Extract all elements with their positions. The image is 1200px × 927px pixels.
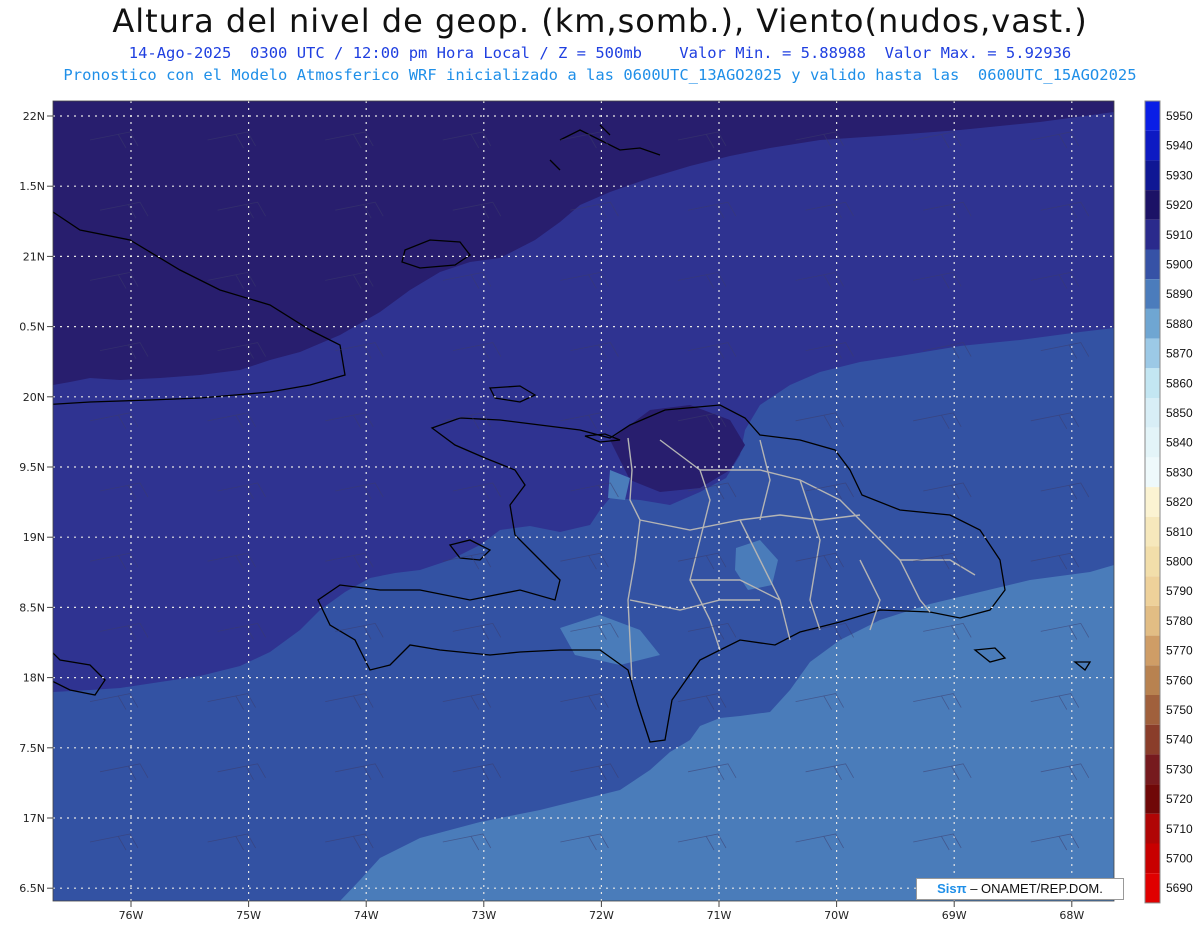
credit-box: Sisπ – ONAMET/REP.DOM. bbox=[916, 878, 1124, 900]
colorbar-label: 5690 bbox=[1166, 881, 1193, 895]
colorbar-swatch bbox=[1145, 308, 1160, 339]
lat-label: 7.5N bbox=[19, 742, 45, 755]
colorbar-label: 5730 bbox=[1166, 762, 1193, 776]
colorbar-swatch bbox=[1145, 338, 1160, 369]
lat-label: 8.5N bbox=[19, 601, 45, 614]
colorbar-swatch bbox=[1145, 190, 1160, 220]
colorbar-swatch bbox=[1145, 427, 1160, 458]
lat-label: 17N bbox=[23, 812, 45, 825]
colorbar-swatch bbox=[1145, 516, 1160, 547]
colorbar-label: 5860 bbox=[1166, 376, 1193, 390]
lon-label: 75W bbox=[236, 909, 261, 922]
colorbar-label: 5870 bbox=[1166, 347, 1193, 361]
lat-label: 0.5N bbox=[19, 321, 45, 334]
colorbar-swatch bbox=[1145, 576, 1160, 606]
colorbar-label: 5900 bbox=[1166, 258, 1193, 272]
colorbar-label: 5930 bbox=[1166, 168, 1193, 182]
colorbar-label: 5910 bbox=[1166, 228, 1193, 242]
lon-label: 71W bbox=[707, 909, 732, 922]
colorbar-label: 5780 bbox=[1166, 614, 1193, 628]
colorbar-label: 5810 bbox=[1166, 525, 1193, 539]
colorbar-swatch bbox=[1145, 279, 1160, 309]
colorbar-label: 5890 bbox=[1166, 287, 1193, 301]
colorbar-swatch bbox=[1145, 843, 1160, 874]
colorbar-swatch bbox=[1145, 784, 1160, 814]
colorbar-label: 5830 bbox=[1166, 465, 1193, 479]
colorbar-swatch bbox=[1145, 605, 1160, 636]
colorbar-label: 5700 bbox=[1166, 852, 1193, 866]
lat-label: 21N bbox=[23, 250, 45, 263]
latitude-labels: 22N 1.5N 21N 0.5N 20N 9.5N 19N 8.5N 18N 7.5N 17N 6.… bbox=[19, 110, 53, 895]
colorbar-label: 5920 bbox=[1166, 198, 1193, 212]
lon-label: 72W bbox=[589, 909, 614, 922]
lat-label: 9.5N bbox=[19, 461, 45, 474]
colorbar-label: 5790 bbox=[1166, 584, 1193, 598]
colorbar-label: 5800 bbox=[1166, 555, 1193, 569]
colorbar-swatch bbox=[1145, 398, 1160, 428]
colorbar-label: 5880 bbox=[1166, 317, 1193, 331]
colorbar-label: 5720 bbox=[1166, 792, 1193, 806]
colorbar-label: 5840 bbox=[1166, 436, 1193, 450]
lon-label: 69W bbox=[942, 909, 967, 922]
colorbar-swatch bbox=[1145, 130, 1160, 161]
colorbar: 5950 5940 5930 5920 5910 5900 5890 5880 5870 5860… bbox=[1144, 100, 1193, 904]
lat-label: 20N bbox=[23, 391, 45, 404]
colorbar-swatch bbox=[1145, 695, 1160, 725]
colorbar-label: 5950 bbox=[1166, 109, 1193, 123]
sispi-logo: Sisπ bbox=[937, 881, 967, 896]
lat-label: 6.5N bbox=[19, 882, 45, 895]
colorbar-swatch bbox=[1145, 813, 1160, 844]
lat-label: 22N bbox=[23, 110, 45, 123]
colorbar-label: 5760 bbox=[1166, 673, 1193, 687]
colorbar-swatch bbox=[1145, 665, 1160, 695]
colorbar-swatch bbox=[1145, 873, 1160, 903]
colorbar-label: 5770 bbox=[1166, 644, 1193, 658]
longitude-labels: 76W 75W 74W 73W 72W 71W 70W 69W 68W bbox=[119, 901, 1084, 922]
colorbar-swatch bbox=[1145, 724, 1160, 755]
colorbar-swatch bbox=[1145, 487, 1160, 517]
colorbar-swatch bbox=[1145, 368, 1160, 398]
colorbar-label: 5740 bbox=[1166, 733, 1193, 747]
geopotential-map: 22N 1.5N 21N 0.5N 20N 9.5N 19N 8.5N 18N 7.5N 17N 6.… bbox=[19, 100, 1193, 922]
lon-label: 76W bbox=[119, 909, 144, 922]
colorbar-label: 5940 bbox=[1166, 139, 1193, 153]
colorbar-swatch bbox=[1145, 635, 1160, 666]
lon-label: 68W bbox=[1059, 909, 1084, 922]
lat-label: 18N bbox=[23, 672, 45, 685]
lat-label: 1.5N bbox=[19, 180, 45, 193]
colorbar-swatch bbox=[1145, 160, 1160, 191]
colorbar-swatch bbox=[1145, 754, 1160, 785]
colorbar-swatch bbox=[1145, 457, 1160, 488]
colorbar-swatch bbox=[1145, 101, 1160, 131]
credit-org: – ONAMET/REP.DOM. bbox=[970, 881, 1103, 896]
lat-label: 19N bbox=[23, 531, 45, 544]
colorbar-label: 5850 bbox=[1166, 406, 1193, 420]
colorbar-swatch bbox=[1145, 249, 1160, 280]
map-fields bbox=[53, 101, 1114, 901]
colorbar-label: 5750 bbox=[1166, 703, 1193, 717]
lon-label: 70W bbox=[824, 909, 849, 922]
colorbar-label: 5710 bbox=[1166, 822, 1193, 836]
lon-label: 73W bbox=[471, 909, 496, 922]
colorbar-swatch bbox=[1145, 546, 1160, 577]
colorbar-swatch bbox=[1145, 219, 1160, 250]
lon-label: 74W bbox=[354, 909, 379, 922]
colorbar-label: 5820 bbox=[1166, 495, 1193, 509]
